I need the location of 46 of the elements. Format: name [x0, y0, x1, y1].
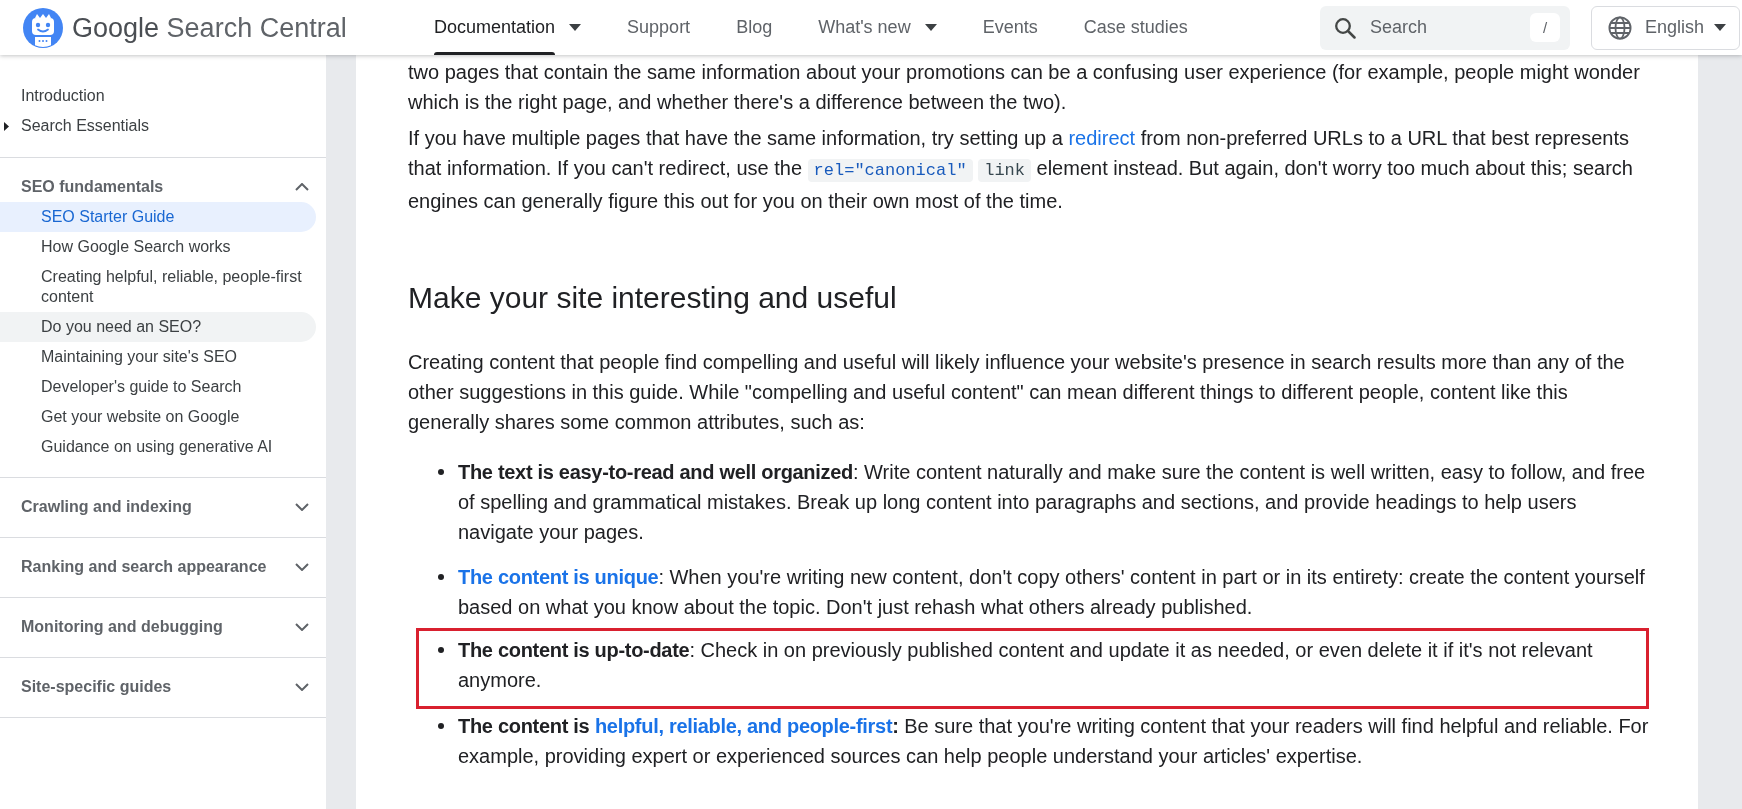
- section-toggle[interactable]: Ranking and search appearance: [0, 552, 326, 582]
- paragraph-text: Creating content that people find compelling and useful will likely influence your website's presence in search results more than any of the other suggestions in this guide. While "compelling and useful content" can mean different things to different people, content like this generally shares some common attributes, such as:: [408, 350, 1626, 435]
- text-link[interactable]: helpful, reliable, and people-first: [594, 715, 893, 737]
- sidebar-link[interactable]: Guidance on using generative AI: [0, 432, 316, 462]
- search-box[interactable]: Search /: [1320, 5, 1570, 50]
- section-toggle[interactable]: SEO fundamentals: [0, 172, 326, 202]
- nav-tab[interactable]: Case studies: [1060, 0, 1211, 55]
- nav-tab[interactable]: Events: [959, 0, 1061, 55]
- sidebar-link[interactable]: SEO Starter Guide: [0, 202, 316, 232]
- section-toggle[interactable]: Crawling and indexing: [0, 492, 326, 522]
- search-input[interactable]: Search: [1370, 12, 1522, 43]
- sidebar-link[interactable]: Developer's guide to Search: [0, 372, 316, 402]
- bullet-icon: [438, 647, 444, 653]
- list-item-text: The content is unique: When you're writing new content, don't copy others' content in part or in its entirety: create the content yourself based on what you know about the topic. Don't just rehash what others already published.: [458, 565, 1646, 620]
- paragraph-text: two pages that contain the same information about your promotions can be a confusing user experience (for example, people might wonder which is the right page, and whether there's a difference between the two).: [408, 60, 1641, 115]
- bullet-icon: [438, 469, 444, 475]
- text-link[interactable]: redirect: [1068, 127, 1136, 149]
- bullet-icon: [438, 723, 444, 729]
- robot-logo-icon: [23, 7, 63, 48]
- language-button[interactable]: English: [1591, 5, 1740, 50]
- code-link[interactable]: rel="canonical": [807, 159, 973, 182]
- bullet-icon: [438, 574, 444, 580]
- nav-tab[interactable]: What's new: [795, 0, 960, 55]
- shortcut-key: /: [1530, 13, 1560, 42]
- list-item-text: The text is easy-to-read and well organized: Write content naturally and make sure the content is well written, easy to follow, and free of spelling and grammatical mistakes. Break up long content into paragraphs and sections, and provide headings to help users navigate your pages.: [458, 460, 1647, 545]
- section-toggle[interactable]: Monitoring and debugging: [0, 612, 326, 642]
- paragraph-text: If you have multiple pages that have the same information, try setting up a redirect from non-preferred URLs to a URL that best represents that information. If you can't redirect, use the rel="canonical" link element instead. But again, don't worry too much about this; search engines can generally figure this out for you on their own most of the time.: [408, 126, 1634, 214]
- sidebar-link[interactable]: How Google Search works: [0, 232, 316, 262]
- nav-tab[interactable]: Documentation: [411, 0, 605, 55]
- section-toggle[interactable]: Site-specific guides: [0, 672, 326, 702]
- list-item-text: The content is helpful, reliable, and people-first: Be sure that you're writing content that your readers will find helpful and reliable. For example, providing expert or experienced sources can help people understand your articles' expertise.: [458, 714, 1649, 769]
- section-heading: Make your site interesting and useful: [408, 280, 898, 316]
- sidebar-link[interactable]: Do you need an SEO?: [0, 312, 316, 342]
- nav-tab[interactable]: Blog: [713, 0, 796, 55]
- search-icon: [1334, 16, 1356, 39]
- list-item-text: The content is up-to-date: Check in on previously published content and update it as needed, or even delete it if it's not relevant anymore.: [458, 638, 1594, 693]
- text-link[interactable]: The content is unique: [458, 566, 659, 588]
- sidebar-link[interactable]: Maintaining your site's SEO: [0, 342, 316, 372]
- globe-icon: [1608, 15, 1632, 40]
- sidebar-toggle[interactable]: Search Essentials: [0, 111, 316, 141]
- sidebar-link[interactable]: Creating helpful, reliable, people-first content: [0, 262, 316, 312]
- caret-down-icon: [1714, 24, 1727, 31]
- site-title[interactable]: Google Search Central: [72, 10, 347, 45]
- sidebar-link[interactable]: Introduction: [0, 81, 316, 111]
- sidebar-link[interactable]: Get your website on Google: [0, 402, 316, 432]
- nav-tab[interactable]: Support: [604, 0, 714, 55]
